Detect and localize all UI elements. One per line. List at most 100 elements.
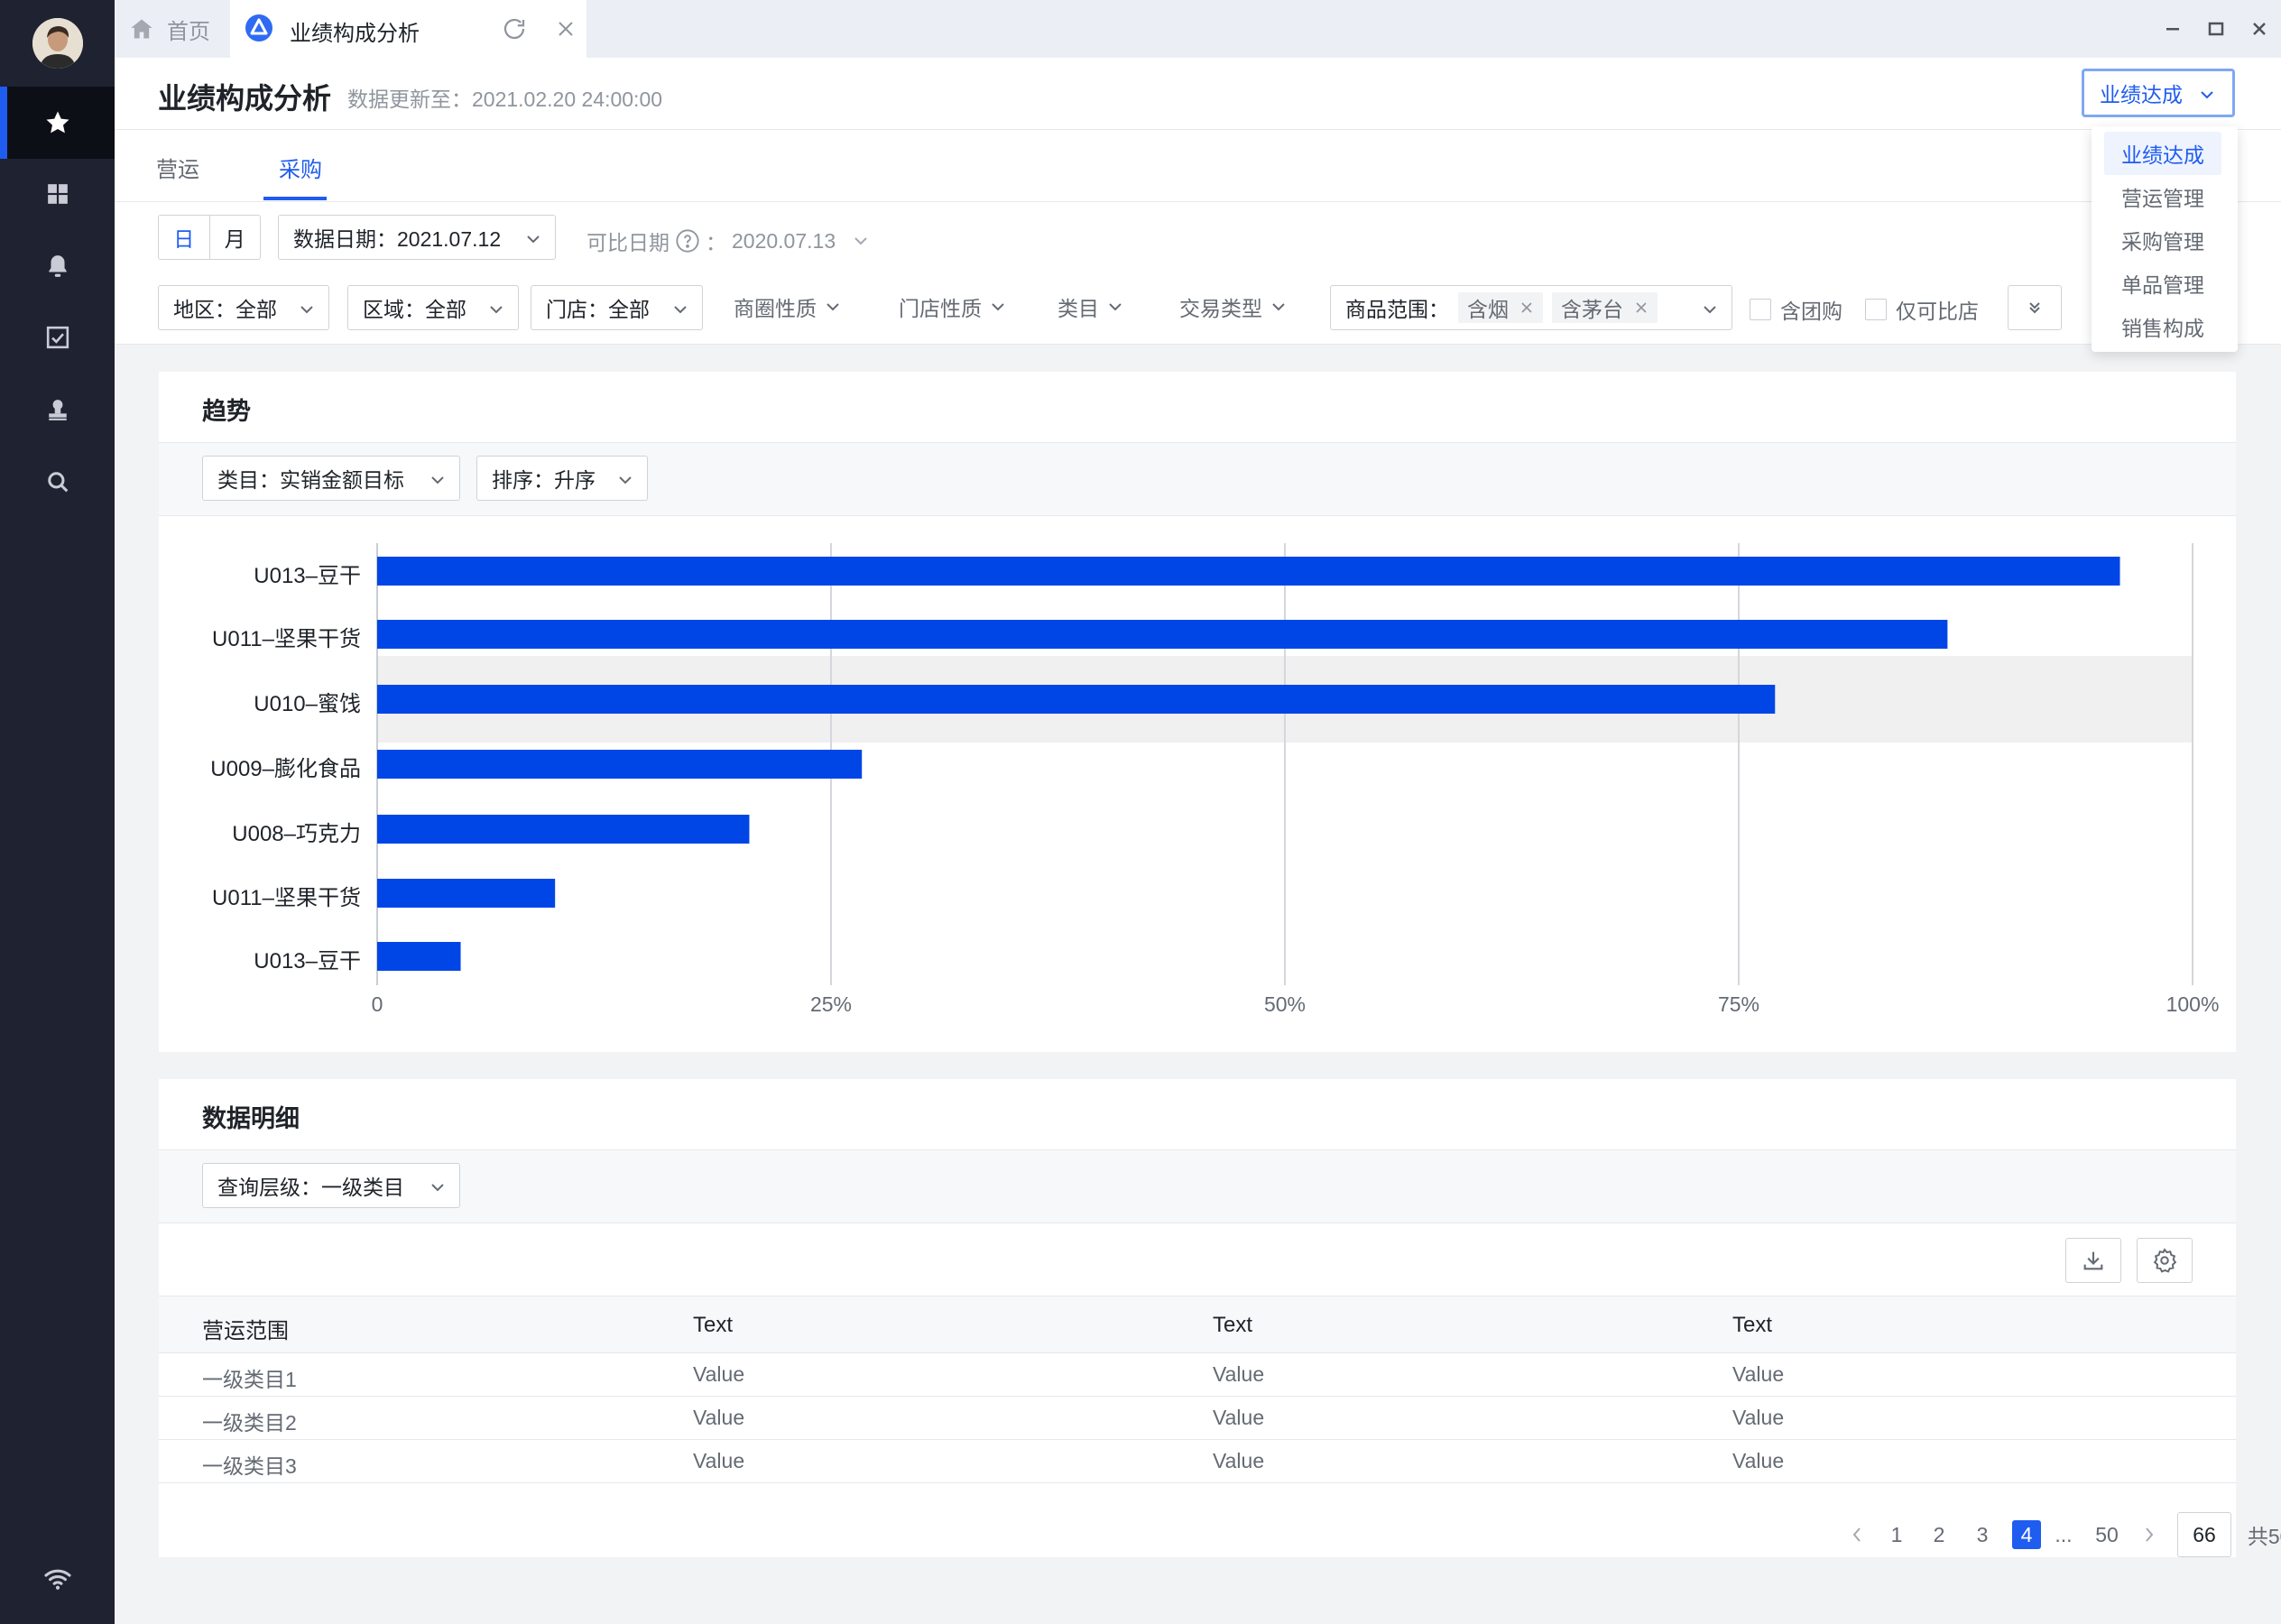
page-last[interactable]: 50 bbox=[2092, 1512, 2122, 1557]
region-value: 地区：全部 bbox=[173, 298, 277, 321]
help-icon[interactable] bbox=[675, 228, 700, 254]
star-icon bbox=[46, 111, 69, 134]
region-select[interactable]: 地区：全部 bbox=[158, 285, 329, 330]
nav-tasks[interactable] bbox=[0, 301, 115, 374]
chevron-down-icon bbox=[1109, 303, 1122, 311]
home-icon bbox=[131, 19, 152, 39]
view-select-value: 业绩达成 bbox=[2100, 83, 2183, 106]
store-type-select[interactable]: 门店性质 bbox=[899, 291, 1005, 322]
double-chevron-down-icon bbox=[2029, 302, 2040, 314]
trade-type-label: 交易类型 bbox=[1179, 297, 1262, 320]
goods-tag-tobacco: 含烟 bbox=[1458, 292, 1543, 323]
view-option-achievement[interactable]: 业绩达成 bbox=[2104, 132, 2221, 175]
nav-network[interactable] bbox=[0, 1543, 115, 1615]
page-header: 业绩构成分析 数据更新至：2021.02.20 24:00:00 业绩达成 bbox=[115, 58, 2281, 130]
page-jump-input[interactable]: 66 bbox=[2177, 1512, 2231, 1557]
granularity-day[interactable]: 日 bbox=[159, 216, 209, 259]
category-select[interactable]: 类目 bbox=[1057, 291, 1122, 322]
data-date-select[interactable]: 数据日期：2021.07.12 bbox=[278, 215, 556, 260]
expand-filters-button[interactable] bbox=[2008, 285, 2062, 330]
table-cell: 一级类目3 bbox=[202, 1454, 297, 1478]
wifi-icon bbox=[43, 1569, 71, 1590]
store-select[interactable]: 门店：全部 bbox=[531, 285, 703, 330]
nav-favorites[interactable] bbox=[0, 87, 115, 159]
page-title: 业绩构成分析 bbox=[158, 82, 332, 115]
view-option-operations[interactable]: 营运管理 bbox=[2104, 175, 2221, 218]
compare-date-select[interactable]: 可比日期 ： 2020.07.13 bbox=[586, 226, 868, 256]
remove-tag-icon[interactable] bbox=[1634, 300, 1648, 315]
trade-type-select[interactable]: 交易类型 bbox=[1179, 291, 1286, 322]
goods-tag-label: 含烟 bbox=[1467, 298, 1509, 321]
district-label: 商圈性质 bbox=[734, 297, 817, 320]
page-3[interactable]: 3 bbox=[1973, 1512, 1991, 1557]
page-1[interactable]: 1 bbox=[1888, 1512, 1906, 1557]
nav-dashboard[interactable] bbox=[0, 158, 115, 230]
trend-category-select[interactable]: 类目：实销金额目标 bbox=[202, 456, 460, 501]
settings-button[interactable] bbox=[2137, 1238, 2193, 1283]
view-option-purchasing[interactable]: 采购管理 bbox=[2104, 218, 2221, 262]
refresh-icon[interactable] bbox=[501, 15, 528, 42]
subtabs: 营运 采购 bbox=[115, 130, 2281, 202]
checkbox-box[interactable] bbox=[1865, 299, 1887, 320]
pagination: 1 2 3 4 ... 50 66 共500条 bbox=[1693, 1512, 2281, 1557]
prev-page-icon[interactable] bbox=[1848, 1512, 1866, 1557]
chevron-down-icon bbox=[490, 306, 503, 314]
page-current[interactable]: 4 bbox=[2012, 1520, 2041, 1549]
next-page-icon[interactable] bbox=[2140, 1512, 2158, 1557]
nav-approval[interactable] bbox=[0, 374, 115, 446]
column-header-2[interactable]: Text bbox=[1213, 1313, 1252, 1338]
nav-notifications[interactable] bbox=[0, 230, 115, 302]
app-logo-icon bbox=[245, 14, 272, 42]
chevron-down-icon bbox=[827, 303, 839, 311]
remove-tag-icon[interactable] bbox=[1519, 300, 1534, 315]
chevron-down-icon bbox=[1272, 303, 1285, 311]
checkbox-box[interactable] bbox=[1750, 299, 1771, 320]
table-row[interactable]: 一级类目1 Value Value Value bbox=[159, 1353, 2236, 1397]
chevron-down-icon bbox=[992, 303, 1004, 311]
goods-tag-maotai: 含茅台 bbox=[1552, 292, 1658, 323]
maximize-icon[interactable] bbox=[2194, 0, 2238, 58]
table-cell: Value bbox=[1213, 1449, 1265, 1472]
view-select[interactable]: 业绩达成 bbox=[2082, 69, 2235, 117]
minimize-icon[interactable] bbox=[2151, 0, 2194, 58]
column-header-3[interactable]: Text bbox=[1732, 1313, 1772, 1338]
table-row[interactable]: 一级类目3 Value Value Value bbox=[159, 1440, 2236, 1483]
tab-home[interactable]: 首页 bbox=[129, 0, 210, 58]
goods-range-select[interactable]: 商品范围： 含烟 含茅台 bbox=[1330, 285, 1732, 330]
checkbox-comparable-label: 仅可比店 bbox=[1896, 300, 1979, 323]
chevron-down-icon bbox=[1704, 306, 1716, 314]
table-row[interactable]: 一级类目2 Value Value Value bbox=[159, 1397, 2236, 1440]
tab-home-label: 首页 bbox=[167, 19, 210, 44]
column-header-scope[interactable]: 营运范围 bbox=[202, 1313, 289, 1344]
store-type-label: 门店性质 bbox=[899, 297, 982, 320]
user-avatar[interactable] bbox=[32, 18, 83, 69]
trend-sort-select[interactable]: 排序：升序 bbox=[476, 456, 648, 501]
checkbox-group-buy[interactable]: 含团购 bbox=[1750, 294, 1842, 325]
chevron-down-icon bbox=[2201, 91, 2213, 99]
download-button[interactable] bbox=[2065, 1238, 2121, 1283]
x-tick-label: 25% bbox=[809, 992, 853, 1016]
checkbox-icon bbox=[46, 326, 69, 349]
area-select[interactable]: 区域：全部 bbox=[347, 285, 519, 330]
sidebar bbox=[0, 0, 115, 1624]
chevron-down-icon bbox=[619, 476, 632, 484]
query-level-select[interactable]: 查询层级：一级类目 bbox=[202, 1163, 460, 1208]
close-tab-icon[interactable] bbox=[555, 18, 577, 40]
tab-performance-analysis[interactable]: 业绩构成分析 bbox=[230, 0, 586, 58]
tab-operations[interactable]: 营运 bbox=[156, 152, 199, 183]
tab-purchasing[interactable]: 采购 bbox=[279, 152, 322, 183]
grid-icon bbox=[47, 184, 68, 204]
checkbox-comparable-only[interactable]: 仅可比店 bbox=[1865, 294, 1979, 325]
nav-search[interactable] bbox=[0, 446, 115, 518]
view-option-sales-composition[interactable]: 销售构成 bbox=[2104, 305, 2221, 348]
column-header-1[interactable]: Text bbox=[693, 1313, 733, 1338]
granularity-month[interactable]: 月 bbox=[208, 216, 261, 259]
active-tab-indicator bbox=[263, 197, 327, 200]
window-controls bbox=[2151, 0, 2281, 58]
page-2[interactable]: 2 bbox=[1930, 1512, 1948, 1557]
district-select[interactable]: 商圈性质 bbox=[734, 291, 840, 322]
close-window-icon[interactable] bbox=[2238, 0, 2281, 58]
query-level-value: 查询层级：一级类目 bbox=[217, 1176, 404, 1199]
view-option-single-item[interactable]: 单品管理 bbox=[2104, 262, 2221, 305]
detail-title: 数据明细 bbox=[202, 1105, 300, 1132]
